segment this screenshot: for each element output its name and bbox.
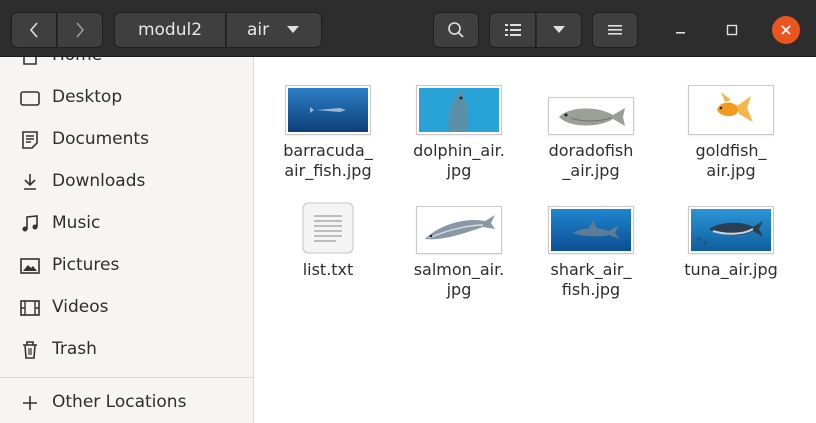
caret-down-icon: [287, 26, 300, 34]
file-item-dolphin[interactable]: dolphin_air. jpg: [394, 83, 524, 203]
music-icon: [20, 214, 40, 234]
breadcrumb-label: modul2: [137, 20, 203, 40]
file-grid: barracuda_ air_fish.jpg dolphin_air. jpg: [255, 57, 816, 423]
shark-thumbnail: [548, 206, 634, 254]
file-name: goldfish_ air.jpg: [695, 141, 767, 180]
file-manager-window: modul2 air Desktop Documents Downloads M…: [0, 0, 816, 423]
thumbnail-container: [526, 83, 656, 135]
minimize-button[interactable]: [667, 16, 695, 44]
file-item-doradofish[interactable]: doradofish _air.jpg: [526, 83, 656, 203]
sidebar-item-downloads[interactable]: Downloads: [0, 161, 253, 201]
sidebar-item-label: Downloads: [52, 171, 146, 191]
file-name: barracuda_ air_fish.jpg: [283, 141, 373, 180]
list-view-icon: [504, 23, 521, 37]
goldfish-thumbnail: [688, 85, 774, 135]
sidebar: Home Desktop Documents Downloads Music: [0, 57, 254, 423]
file-name: list.txt: [302, 260, 354, 279]
dolphin-thumbnail: [416, 85, 502, 135]
sidebar-item-other-locations[interactable]: Other Locations: [0, 382, 253, 422]
sidebar-item-home[interactable]: Home: [0, 57, 253, 75]
thumbnail-container: [526, 202, 656, 254]
chevron-left-icon: [28, 21, 40, 39]
thumbnail-container: [394, 83, 524, 135]
sidebar-item-label: Desktop: [52, 87, 123, 107]
view-options-button[interactable]: [536, 12, 582, 48]
file-item-shark[interactable]: shark_air_ fish.jpg: [526, 202, 656, 322]
back-button[interactable]: [11, 12, 57, 48]
barracuda-thumbnail: [285, 85, 371, 135]
sidebar-item-label: Music: [52, 213, 101, 233]
caret-down-icon: [553, 26, 565, 34]
chevron-right-icon: [74, 21, 86, 39]
file-item-goldfish[interactable]: goldfish_ air.jpg: [666, 83, 796, 203]
documents-icon: [20, 130, 40, 150]
sidebar-item-label: Trash: [52, 339, 97, 359]
minimize-icon: [675, 24, 687, 36]
file-name: salmon_air. jpg: [413, 260, 505, 299]
file-item-salmon[interactable]: salmon_air. jpg: [394, 202, 524, 322]
trash-icon: [20, 340, 40, 360]
view-list-button[interactable]: [489, 12, 536, 48]
sidebar-item-label: Videos: [52, 297, 109, 317]
file-item-list-txt[interactable]: list.txt: [263, 202, 393, 322]
sidebar-divider: [0, 377, 253, 378]
home-icon: [20, 57, 40, 66]
breadcrumb-modul2[interactable]: modul2: [114, 12, 226, 48]
file-name: dolphin_air. jpg: [413, 141, 505, 180]
thumbnail-container: [666, 202, 796, 254]
thumbnail-container: [263, 202, 393, 254]
downloads-icon: [20, 172, 40, 192]
file-item-tuna[interactable]: tuna_air.jpg: [666, 202, 796, 322]
sidebar-item-label: Other Locations: [52, 392, 187, 412]
close-button[interactable]: [772, 16, 800, 44]
desktop-icon: [20, 88, 40, 108]
search-button[interactable]: [433, 12, 479, 48]
sidebar-item-pictures[interactable]: Pictures: [0, 245, 253, 285]
file-item-barracuda[interactable]: barracuda_ air_fish.jpg: [263, 83, 393, 203]
close-icon: [780, 24, 792, 36]
sidebar-item-desktop[interactable]: Desktop: [0, 77, 253, 117]
main-menu-button[interactable]: [592, 12, 638, 48]
file-name: doradofish _air.jpg: [548, 141, 634, 180]
sidebar-item-videos[interactable]: Videos: [0, 287, 253, 327]
sidebar-item-label: Home: [52, 57, 102, 65]
salmon-thumbnail: [416, 206, 502, 254]
breadcrumb-label: air: [247, 20, 270, 40]
tuna-thumbnail: [688, 206, 774, 254]
text-file-icon: [302, 202, 354, 254]
hamburger-icon: [607, 23, 623, 37]
breadcrumb-air[interactable]: air: [226, 12, 322, 48]
header-bar: modul2 air: [0, 0, 816, 57]
sidebar-item-music[interactable]: Music: [0, 203, 253, 243]
plus-icon: [20, 393, 40, 413]
file-name: shark_air_ fish.jpg: [550, 260, 632, 299]
sidebar-item-trash[interactable]: Trash: [0, 329, 253, 369]
maximize-button[interactable]: [718, 16, 746, 44]
dorado-fish-thumbnail: [548, 97, 634, 135]
videos-icon: [20, 298, 40, 318]
pictures-icon: [20, 256, 40, 276]
maximize-icon: [726, 24, 738, 36]
thumbnail-container: [394, 202, 524, 254]
search-icon: [447, 21, 465, 39]
file-name: tuna_air.jpg: [684, 260, 778, 279]
thumbnail-container: [263, 83, 393, 135]
sidebar-item-documents[interactable]: Documents: [0, 119, 253, 159]
forward-button[interactable]: [57, 12, 103, 48]
thumbnail-container: [666, 83, 796, 135]
sidebar-item-label: Documents: [52, 129, 149, 149]
sidebar-item-label: Pictures: [52, 255, 120, 275]
